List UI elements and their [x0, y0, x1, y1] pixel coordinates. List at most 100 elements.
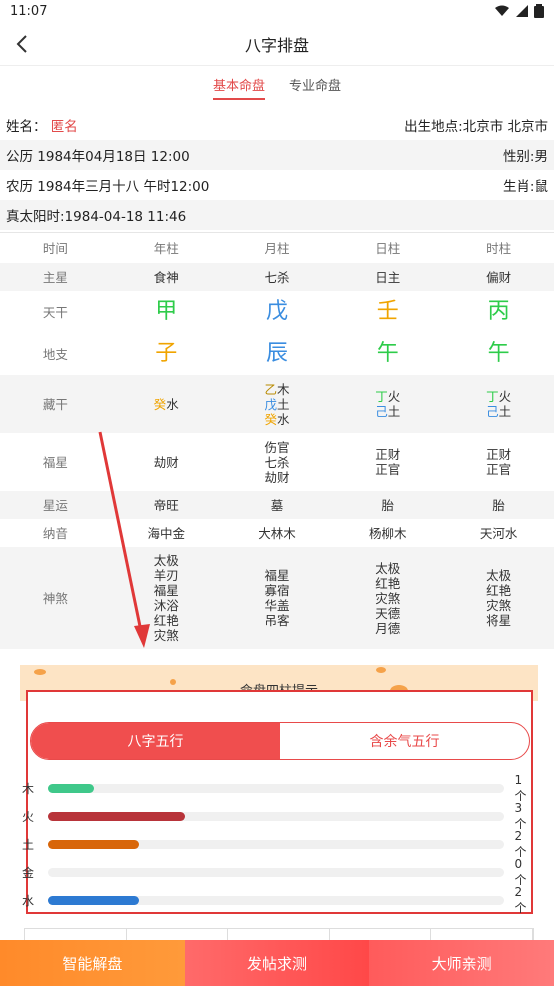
- nayin-cell: 天河水: [479, 525, 518, 541]
- bar-label: 土: [22, 837, 35, 852]
- branch-cell: 子: [155, 340, 178, 366]
- tab-basic[interactable]: 基本命盘: [212, 69, 266, 100]
- tabs: 基本命盘 专业命盘: [0, 66, 554, 102]
- post-request-button[interactable]: 发帖求测: [184, 940, 370, 986]
- header-cell: 月柱: [264, 240, 290, 256]
- row-label: 福星: [42, 454, 68, 470]
- bar-row: 金 0个: [22, 857, 534, 887]
- row-label: 神煞: [42, 590, 68, 606]
- hidden-stem: 己: [486, 404, 499, 419]
- main-star-cell: 七杀: [264, 269, 290, 285]
- tab-professional[interactable]: 专业命盘: [289, 69, 341, 100]
- fortune-cell: 正财 正官: [375, 447, 401, 477]
- fortune-cell: 伤官 七杀 劫财: [264, 439, 290, 485]
- hidden-element: 土: [276, 396, 290, 412]
- hidden-element: 土: [498, 404, 512, 419]
- name-value: 匿名: [50, 119, 78, 135]
- wuxing-panel: 八字五行 含余气五行 木 1个 火 3个 土 2个 金 0个 水 2个: [22, 690, 533, 915]
- pillars-header: 时间 年柱 月柱 日柱 时柱: [0, 233, 554, 263]
- hidden-element: 水: [276, 411, 290, 427]
- wuxing-switch: 八字五行 含余气五行: [30, 722, 530, 760]
- bar-row: 火 3个: [22, 800, 534, 831]
- row-shensha: 神煞 太极 羊刃 福星 沐浴 红艳 灾煞 福星 寡宿 华盖 吊客 太极 红艳 灾煞 天德 月德 太极 红艳…: [0, 547, 554, 649]
- stem-cell: 甲: [155, 298, 178, 324]
- birthplace: 出生地点:北京市 北京市: [404, 119, 548, 135]
- page-title: 八字排盘: [244, 35, 309, 55]
- bar-label: 水: [22, 893, 35, 908]
- fortune-cell: 正财 正官: [486, 447, 512, 477]
- star-luck-cell: 胎: [381, 497, 395, 513]
- bar-track: [47, 811, 505, 821]
- name-field: 姓名： 匿名: [6, 115, 78, 135]
- header-cell: 时柱: [486, 240, 512, 256]
- back-button[interactable]: [8, 30, 36, 58]
- battery-icon: [534, 4, 544, 18]
- hidden-element: 土: [387, 404, 401, 419]
- bar-label: 火: [22, 809, 35, 824]
- bar-count: 2个: [514, 828, 527, 859]
- nayin-cell: 杨柳木: [369, 525, 407, 541]
- branch-cell: 辰: [265, 340, 288, 366]
- lunar-date: 农历 1984年三月十八 午时12:00: [6, 179, 210, 195]
- star-luck-cell: 胎: [492, 497, 505, 513]
- smart-interpret-button[interactable]: 智能解盘: [0, 940, 185, 986]
- bar-track: [47, 839, 505, 849]
- hidden-stem: 癸: [153, 396, 167, 412]
- row-label: 星运: [42, 497, 68, 513]
- hidden-element: 木: [276, 381, 290, 397]
- main-star-cell: 食神: [153, 269, 179, 285]
- bar-fill: [47, 839, 140, 849]
- bar-fill: [47, 811, 185, 821]
- stem-cell: 壬: [376, 298, 399, 324]
- bar-count: 2个: [514, 884, 527, 915]
- header-cell: 时间: [42, 240, 68, 256]
- bar-fill: [47, 783, 94, 793]
- switch-bazi-wuxing[interactable]: 八字五行: [31, 723, 280, 759]
- header-cell: 日柱: [375, 240, 401, 256]
- row-label: 纳音: [42, 525, 68, 541]
- master-reading-button[interactable]: 大师亲测: [369, 940, 554, 986]
- bar-count: 3个: [514, 800, 527, 831]
- branch-cell: 午: [487, 340, 510, 366]
- star-luck-cell: 墓: [270, 497, 284, 513]
- hidden-stem: 己: [375, 404, 388, 419]
- hidden-cell: 乙木 戊土 癸水: [222, 382, 333, 427]
- info-row-lunar: 农历 1984年三月十八 午时12:00 生肖:鼠: [0, 170, 554, 200]
- info-row-true-solar: 真太阳时:1984-04-18 11:46: [0, 200, 554, 230]
- bar-track: [47, 895, 505, 905]
- chevron-left-icon: [16, 35, 27, 53]
- row-branch: 地支 子 辰 午 午: [0, 333, 554, 375]
- header-cell: 年柱: [153, 240, 179, 256]
- hidden-element: 火: [387, 389, 401, 404]
- wuxing-bars: 木 1个 火 3个 土 2个 金 0个 水 2个: [22, 773, 534, 915]
- row-hidden: 藏干 癸水 乙木 戊土 癸水 丁火 己土 丁火 己土: [0, 375, 554, 433]
- hidden-element: 火: [498, 389, 512, 404]
- branch-cell: 午: [376, 340, 399, 366]
- decor-dot: [170, 679, 176, 685]
- hidden-stem: 丁: [375, 389, 388, 404]
- row-label: 主星: [42, 269, 68, 285]
- decor-dot: [34, 669, 46, 675]
- status-time: 11:07: [10, 3, 48, 19]
- name-label: 姓名：: [6, 119, 47, 135]
- nayin-cell: 大林木: [258, 525, 296, 541]
- row-nayin: 纳音 海中金 大林木 杨柳木 天河水: [0, 519, 554, 547]
- hidden-stem: 丁: [486, 389, 499, 404]
- pillars-table: 时间 年柱 月柱 日柱 时柱 主星 食神 七杀 日主 偏财 天干 甲 戊 壬 丙…: [0, 232, 554, 649]
- decor-dot: [376, 667, 386, 673]
- row-label: 天干: [42, 304, 68, 320]
- info-row-solar: 公历 1984年04月18日 12:00 性别:男: [0, 140, 554, 170]
- hidden-cell: 丁火 己土: [332, 389, 443, 419]
- stem-cell: 丙: [487, 298, 510, 324]
- shensha-cell: 太极 红艳 灾煞 将星: [486, 568, 512, 628]
- switch-residual-wuxing[interactable]: 含余气五行: [280, 723, 529, 759]
- bar-label: 金: [22, 865, 35, 880]
- hidden-cell: 癸水: [111, 397, 222, 412]
- status-icons: [494, 4, 544, 18]
- row-main-star: 主星 食神 七杀 日主 偏财: [0, 263, 554, 291]
- nav-bar: 八字排盘: [0, 22, 554, 66]
- row-fortune: 福星 劫财 伤官 七杀 劫财 正财 正官 正财 正官: [0, 433, 554, 491]
- solar-date: 公历 1984年04月18日 12:00: [6, 149, 190, 165]
- shensha-cell: 太极 红艳 灾煞 天德 月德: [375, 560, 401, 636]
- wifi-icon: [495, 5, 509, 16]
